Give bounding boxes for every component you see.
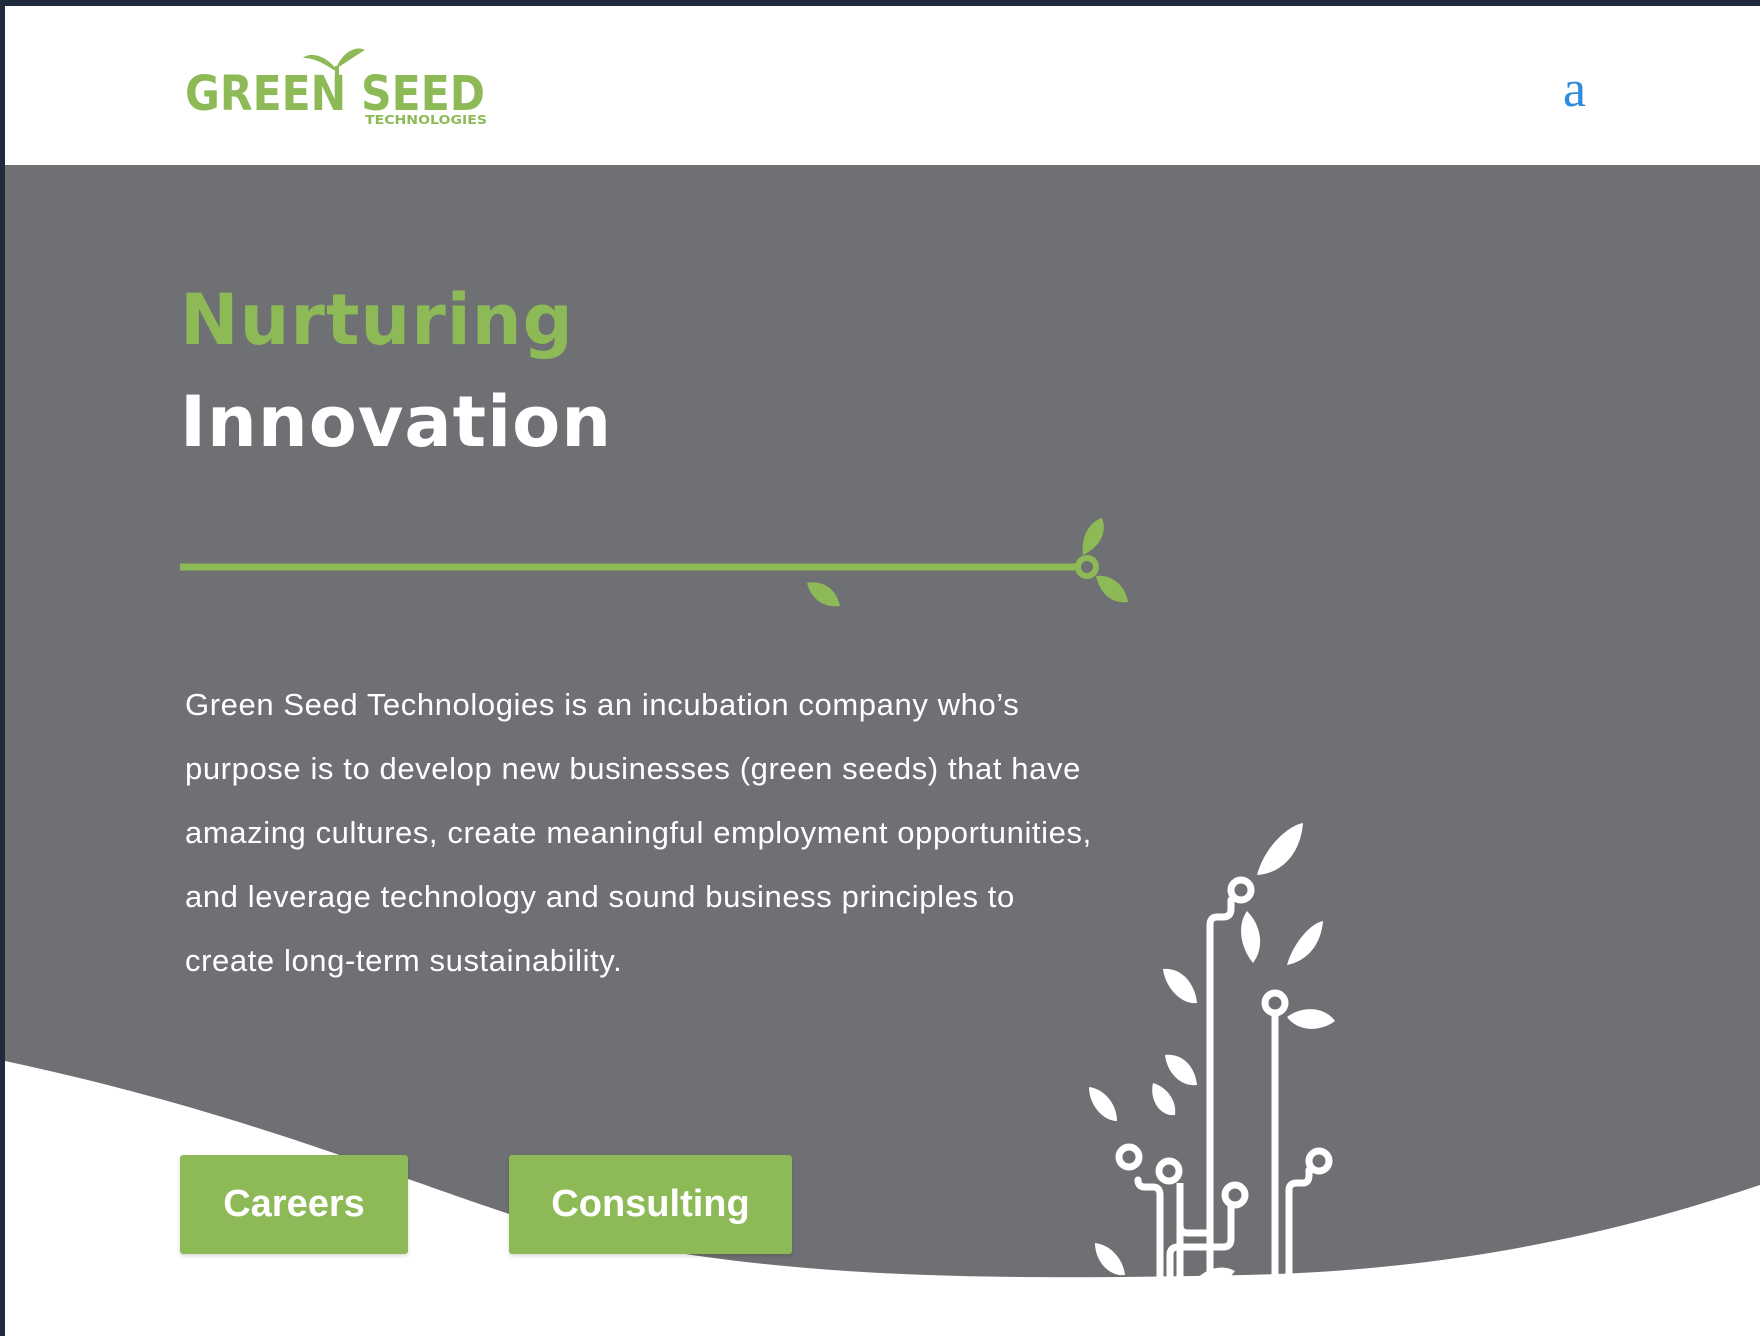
- hero-section: Nurturing Innovation Green Seed Technolo…: [5, 165, 1760, 1336]
- hero-headline-line1: Nurturing: [180, 279, 574, 361]
- site-logo[interactable]: GREEN SEED TECHNOLOGIES: [185, 44, 490, 144]
- sprout-logo-icon: GREEN SEED TECHNOLOGIES: [185, 48, 487, 127]
- sprout-vine-divider-icon: [180, 518, 1128, 607]
- site-header: GREEN SEED TECHNOLOGIES a: [5, 6, 1760, 165]
- menu-toggle-icon[interactable]: a: [1563, 64, 1586, 116]
- circuit-plant-illustration-icon: [1023, 823, 1335, 1335]
- hero-headline-line2: Innovation: [180, 381, 613, 463]
- careers-button[interactable]: Careers: [180, 1155, 408, 1254]
- hero-description: Green Seed Technologies is an incubation…: [185, 687, 1092, 978]
- logo-subtitle: TECHNOLOGIES: [365, 113, 487, 127]
- consulting-button[interactable]: Consulting: [509, 1155, 792, 1254]
- browser-window: GREEN SEED TECHNOLOGIES a Nurturing Inno…: [5, 6, 1760, 1336]
